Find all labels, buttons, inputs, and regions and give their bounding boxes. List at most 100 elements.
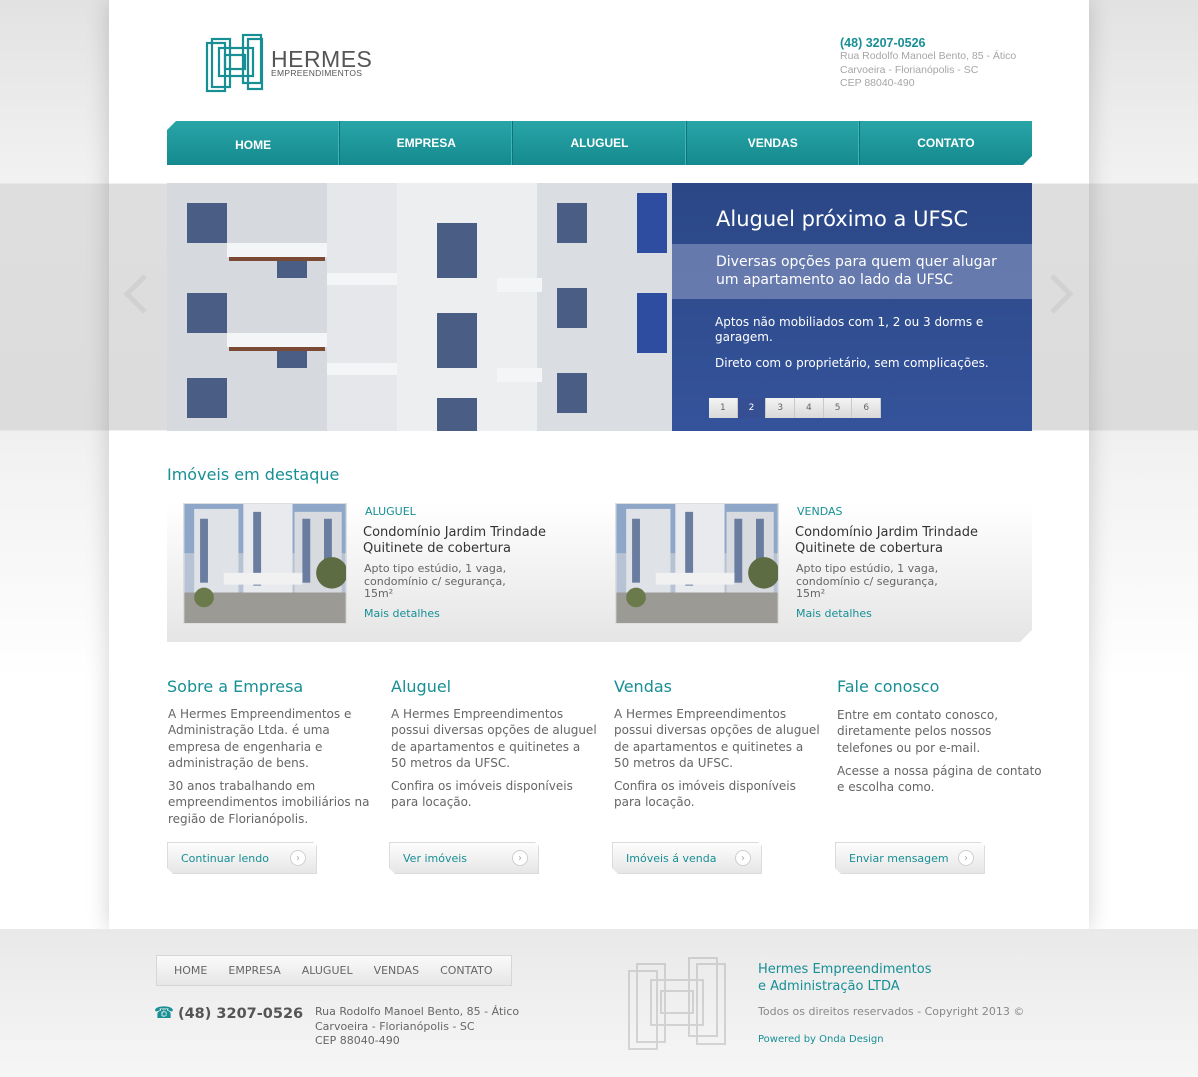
footer-nav-home[interactable]: HOME [174, 964, 207, 977]
nav-vendas[interactable]: VENDAS [687, 121, 860, 165]
property-title[interactable]: Condomínio Jardim Trindade Quitinete de … [795, 525, 978, 557]
slider-prev-button[interactable] [121, 272, 157, 322]
header-address-line2: Carvoeira - Florianópolis - SC [840, 63, 979, 76]
footer-nav-aluguel[interactable]: ALUGUEL [302, 964, 353, 977]
pager-2[interactable]: 2 [737, 398, 767, 418]
text-line: A Hermes Empreendimentos e [168, 707, 352, 721]
text-line: A Hermes Empreendimentos [391, 707, 564, 721]
slider-next-button[interactable] [1046, 272, 1082, 322]
pager-5[interactable]: 5 [823, 398, 853, 418]
text-line: A Hermes Empreendimentos [614, 707, 787, 721]
footer-nav-contato[interactable]: CONTATO [440, 964, 492, 977]
column-title-contato: Fale conosco [837, 677, 940, 696]
logo-icon [205, 33, 264, 93]
pager-3[interactable]: 3 [766, 398, 796, 418]
column-title-sobre: Sobre a Empresa [167, 677, 304, 696]
property-tag: ALUGUEL [365, 505, 416, 518]
main-nav: HOME EMPRESA ALUGUEL VENDAS CONTATO [167, 121, 1032, 165]
company-line2: e Administração LTDA [758, 978, 900, 994]
property-details-link[interactable]: Mais detalhes [364, 607, 440, 620]
company-line1: Hermes Empreendimentos [758, 962, 932, 977]
chevron-left-icon [123, 274, 147, 314]
logo[interactable]: HERMES EMPREENDIMENTOS [205, 33, 372, 95]
nav-home[interactable]: HOME [167, 121, 340, 165]
properties-for-sale-button[interactable]: Imóveis á venda › [612, 842, 762, 874]
text-line: de apartamentos e quitinetes a [391, 739, 581, 754]
nav-empresa[interactable]: EMPRESA [340, 121, 513, 165]
pager-6[interactable]: 6 [852, 398, 882, 418]
property-title-line1: Condomínio Jardim Trindade [363, 525, 546, 540]
text-line: Confira os imóveis disponíveis [614, 779, 796, 794]
continue-reading-button[interactable]: Continuar lendo › [167, 842, 317, 874]
column-title-aluguel: Aluguel [391, 677, 452, 696]
property-details-link[interactable]: Mais detalhes [796, 607, 872, 620]
property-photo [184, 504, 346, 623]
logo-subtitle: EMPREENDIMENTOS [271, 68, 363, 78]
text-line: empresa de engenharia e [168, 739, 323, 754]
footer-nav: HOME EMPRESA ALUGUEL VENDAS CONTATO [156, 955, 512, 986]
slide-subtitle-line1: Diversas opções para quem quer alugar [716, 254, 997, 270]
text-line: região de Florianópolis. [168, 811, 309, 826]
button-label: Enviar mensagem [849, 852, 949, 865]
pager-1[interactable]: 1 [709, 398, 738, 418]
slide-building-image [167, 183, 672, 431]
hero-slider: Aluguel próximo a UFSC Diversas opções p… [167, 183, 1032, 431]
column-text-aluguel: A Hermes Empreendimentos possui diversas… [391, 706, 597, 811]
header-address-line3: CEP 88040-490 [840, 77, 915, 89]
arrow-right-icon: › [735, 850, 751, 866]
footer-company-name: Hermes Empreendimentos e Administração L… [758, 962, 931, 995]
property-thumbnail[interactable] [615, 503, 779, 624]
text-line: Confira os imóveis disponíveis [391, 779, 573, 794]
text-line: empreendimentos imobiliários na [168, 795, 370, 810]
text-line: para locação. [391, 795, 472, 810]
slide-title: Aluguel próximo a UFSC [716, 207, 969, 231]
footer-address-line1: Rua Rodolfo Manoel Bento, 85 - Ático [315, 1005, 520, 1018]
text-line: Administração Ltda. é uma [168, 723, 330, 738]
building-illustration [167, 183, 672, 431]
arrow-right-icon: › [512, 850, 528, 866]
pager-4[interactable]: 4 [795, 398, 824, 418]
nav-aluguel[interactable]: ALUGUEL [513, 121, 686, 165]
text-line: possui diversas opções de aluguel [391, 723, 597, 738]
text-line: telefones ou por e-mail. [837, 740, 981, 755]
button-label: Imóveis á venda [626, 852, 717, 865]
property-description: Apto tipo estúdio, 1 vaga, condomínio c/… [796, 562, 939, 601]
column-text-contato: Entre em contato conosco, diretamente pe… [837, 707, 1042, 795]
property-photo [616, 504, 778, 623]
footer-nav-empresa[interactable]: EMPRESA [228, 964, 280, 977]
property-tag: VENDAS [797, 505, 843, 518]
nav-contato[interactable]: CONTATO [860, 121, 1032, 165]
text-line: administração de bens. [168, 755, 309, 770]
footer-logo-icon [627, 955, 730, 1053]
slider-pager: 1 2 3 4 5 6 [709, 398, 882, 418]
powered-by-link[interactable]: Powered by Onda Design [758, 1034, 884, 1045]
text-line: diretamente pelos nossos [837, 724, 992, 739]
property-desc-line1: Apto tipo estúdio, 1 vaga, [796, 562, 939, 575]
text-line: possui diversas opções de aluguel [614, 723, 820, 738]
column-text-vendas: A Hermes Empreendimentos possui diversas… [614, 706, 820, 811]
property-description: Apto tipo estúdio, 1 vaga, condomínio c/… [364, 562, 507, 601]
button-label: Ver imóveis [403, 852, 468, 865]
property-thumbnail[interactable] [183, 503, 347, 624]
footer-phone-number: (48) 3207-0526 [177, 1006, 304, 1022]
slide-subtitle: Diversas opções para quem quer alugar um… [672, 244, 1032, 299]
text-line: para locação. [614, 795, 695, 810]
phone-icon: ☎ [154, 1003, 174, 1022]
send-message-button[interactable]: Enviar mensagem › [835, 842, 985, 874]
property-title[interactable]: Condomínio Jardim Trindade Quitinete de … [363, 525, 546, 557]
header-address-line1: Rua Rodolfo Manoel Bento, 85 - Ático [840, 50, 1017, 62]
slide-caption: Aluguel próximo a UFSC Diversas opções p… [672, 183, 1032, 431]
slide-text-2: Direto com o proprietário, sem complicaç… [715, 356, 989, 370]
footer-copyright: Todos os direitos reservados - Copyright… [758, 1005, 1025, 1018]
text-line: de apartamentos e quitinetes a [614, 739, 804, 754]
view-properties-button[interactable]: Ver imóveis › [389, 842, 539, 874]
text-line: 50 metros da UFSC. [391, 755, 511, 770]
slide-text: Aptos não mobiliados com 1, 2 ou 3 dorms… [715, 315, 984, 344]
text-line: 50 metros da UFSC. [614, 755, 734, 770]
property-desc-line3: 15m² [364, 587, 394, 600]
property-title-line1: Condomínio Jardim Trindade [795, 525, 978, 540]
property-desc-line3: 15m² [796, 587, 826, 600]
property-desc-line1: Apto tipo estúdio, 1 vaga, [364, 562, 507, 575]
text-line: Acesse a nossa página de contato [837, 763, 1042, 778]
footer-nav-vendas[interactable]: VENDAS [374, 964, 420, 977]
